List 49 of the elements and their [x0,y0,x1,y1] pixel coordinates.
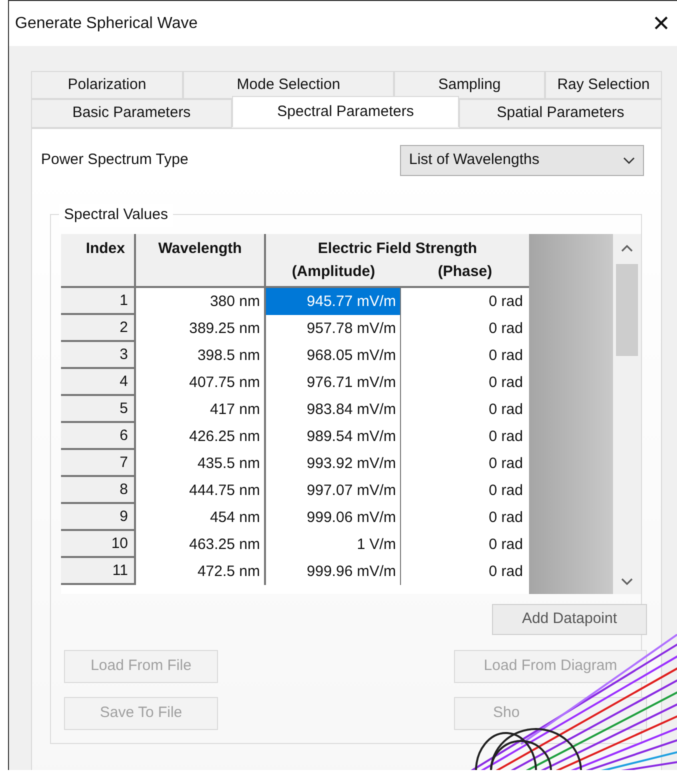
table-cell: 989.54 mV/m [264,423,400,450]
row-header: 3 [61,342,134,369]
table-cell: 983.84 mV/m [264,396,400,423]
row-header: 2 [61,315,134,342]
row-header: 9 [61,504,134,531]
tab[interactable]: Polarization [31,71,183,99]
table-cell: 999.96 mV/m [264,558,400,585]
table-cell: 426.25 nm [134,423,264,450]
tab[interactable]: Basic Parameters [31,99,232,128]
tab[interactable]: Spectral Parameters [232,96,459,127]
column-header: Wavelength [134,234,264,286]
field-label: Power Spectrum Type [41,150,188,170]
row-header: 7 [61,450,134,477]
add-datapoint-button[interactable]: Add Datapoint [492,604,647,635]
row-header: 6 [61,423,134,450]
table-cell: 945.77 mV/m [264,288,400,315]
tab[interactable]: Sampling [394,71,545,99]
row-header: 10 [61,531,134,558]
table-cell: 454 nm [134,504,264,531]
table-cell: 444.75 nm [134,477,264,504]
tab[interactable]: Spatial Parameters [459,99,662,128]
column-subheader: (Phase) [436,262,494,282]
spectrum-type-dropdown[interactable]: List of Wavelengths [400,145,644,176]
table-cell: 999.06 mV/m [264,504,400,531]
row-header: 5 [61,396,134,423]
tab[interactable]: Ray Selection [545,71,662,99]
row-header: 1 [61,288,134,315]
table-cell: 993.92 mV/m [264,450,400,477]
row-header: 11 [61,558,134,585]
table-cell: 398.5 nm [134,342,264,369]
column-subheader: (Amplitude) [290,262,376,282]
table-cell: 957.78 mV/m [264,315,400,342]
table-cell: 407.75 nm [134,369,264,396]
row-header: 4 [61,369,134,396]
column-header: Electric Field Strength [316,239,478,259]
table-cell: 389.25 nm [134,315,264,342]
window-title: Generate Spherical Wave [15,14,198,34]
table-cell: 1 V/m [264,531,400,558]
row-header: 8 [61,477,134,504]
table-cell: 435.5 nm [134,450,264,477]
table-cell: 463.25 nm [134,531,264,558]
close-button[interactable]: ✕ [649,8,673,38]
table-cell: 417 nm [134,396,264,423]
tab[interactable]: Mode Selection [183,71,394,99]
table-cell: 976.71 mV/m [264,369,400,396]
table-cell: 997.07 mV/m [264,477,400,504]
column-header: Index [61,234,134,286]
table-cell: 472.5 nm [134,558,264,585]
table-cell: 968.05 mV/m [264,342,400,369]
